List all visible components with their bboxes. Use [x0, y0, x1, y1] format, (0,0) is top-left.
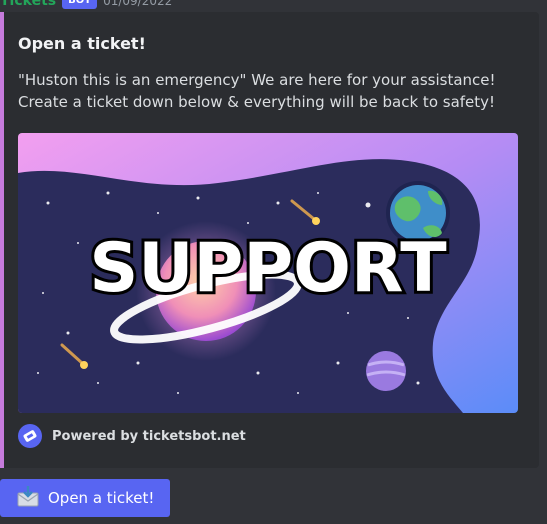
ticketsbot-logo-icon: [18, 424, 42, 448]
embed-footer: Powered by ticketsbot.net: [18, 423, 246, 449]
open-ticket-button[interactable]: Open a ticket!: [0, 479, 170, 517]
embed-description-line: "Huston this is an emergency" We are her…: [18, 71, 496, 89]
message-header: Tickets BOT 01/09/2022: [0, 0, 172, 10]
support-banner-text: SUPPORT: [89, 229, 447, 308]
envelope-with-arrow-icon: [16, 485, 40, 511]
embed-title: Open a ticket!: [18, 34, 146, 53]
open-ticket-button-label: Open a ticket!: [48, 489, 155, 507]
embed-description-line: Create a ticket down below & everything …: [18, 93, 496, 111]
bot-tag: BOT: [62, 0, 98, 9]
message-timestamp[interactable]: 01/09/2022: [103, 0, 172, 8]
support-banner-image[interactable]: SUPPORT: [18, 133, 518, 413]
embed-footer-text: Powered by ticketsbot.net: [52, 428, 246, 444]
embed-description: "Huston this is an emergency" We are her…: [18, 69, 518, 113]
author-name[interactable]: Tickets: [0, 0, 56, 9]
embed: Open a ticket! "Huston this is an emerge…: [0, 12, 539, 468]
